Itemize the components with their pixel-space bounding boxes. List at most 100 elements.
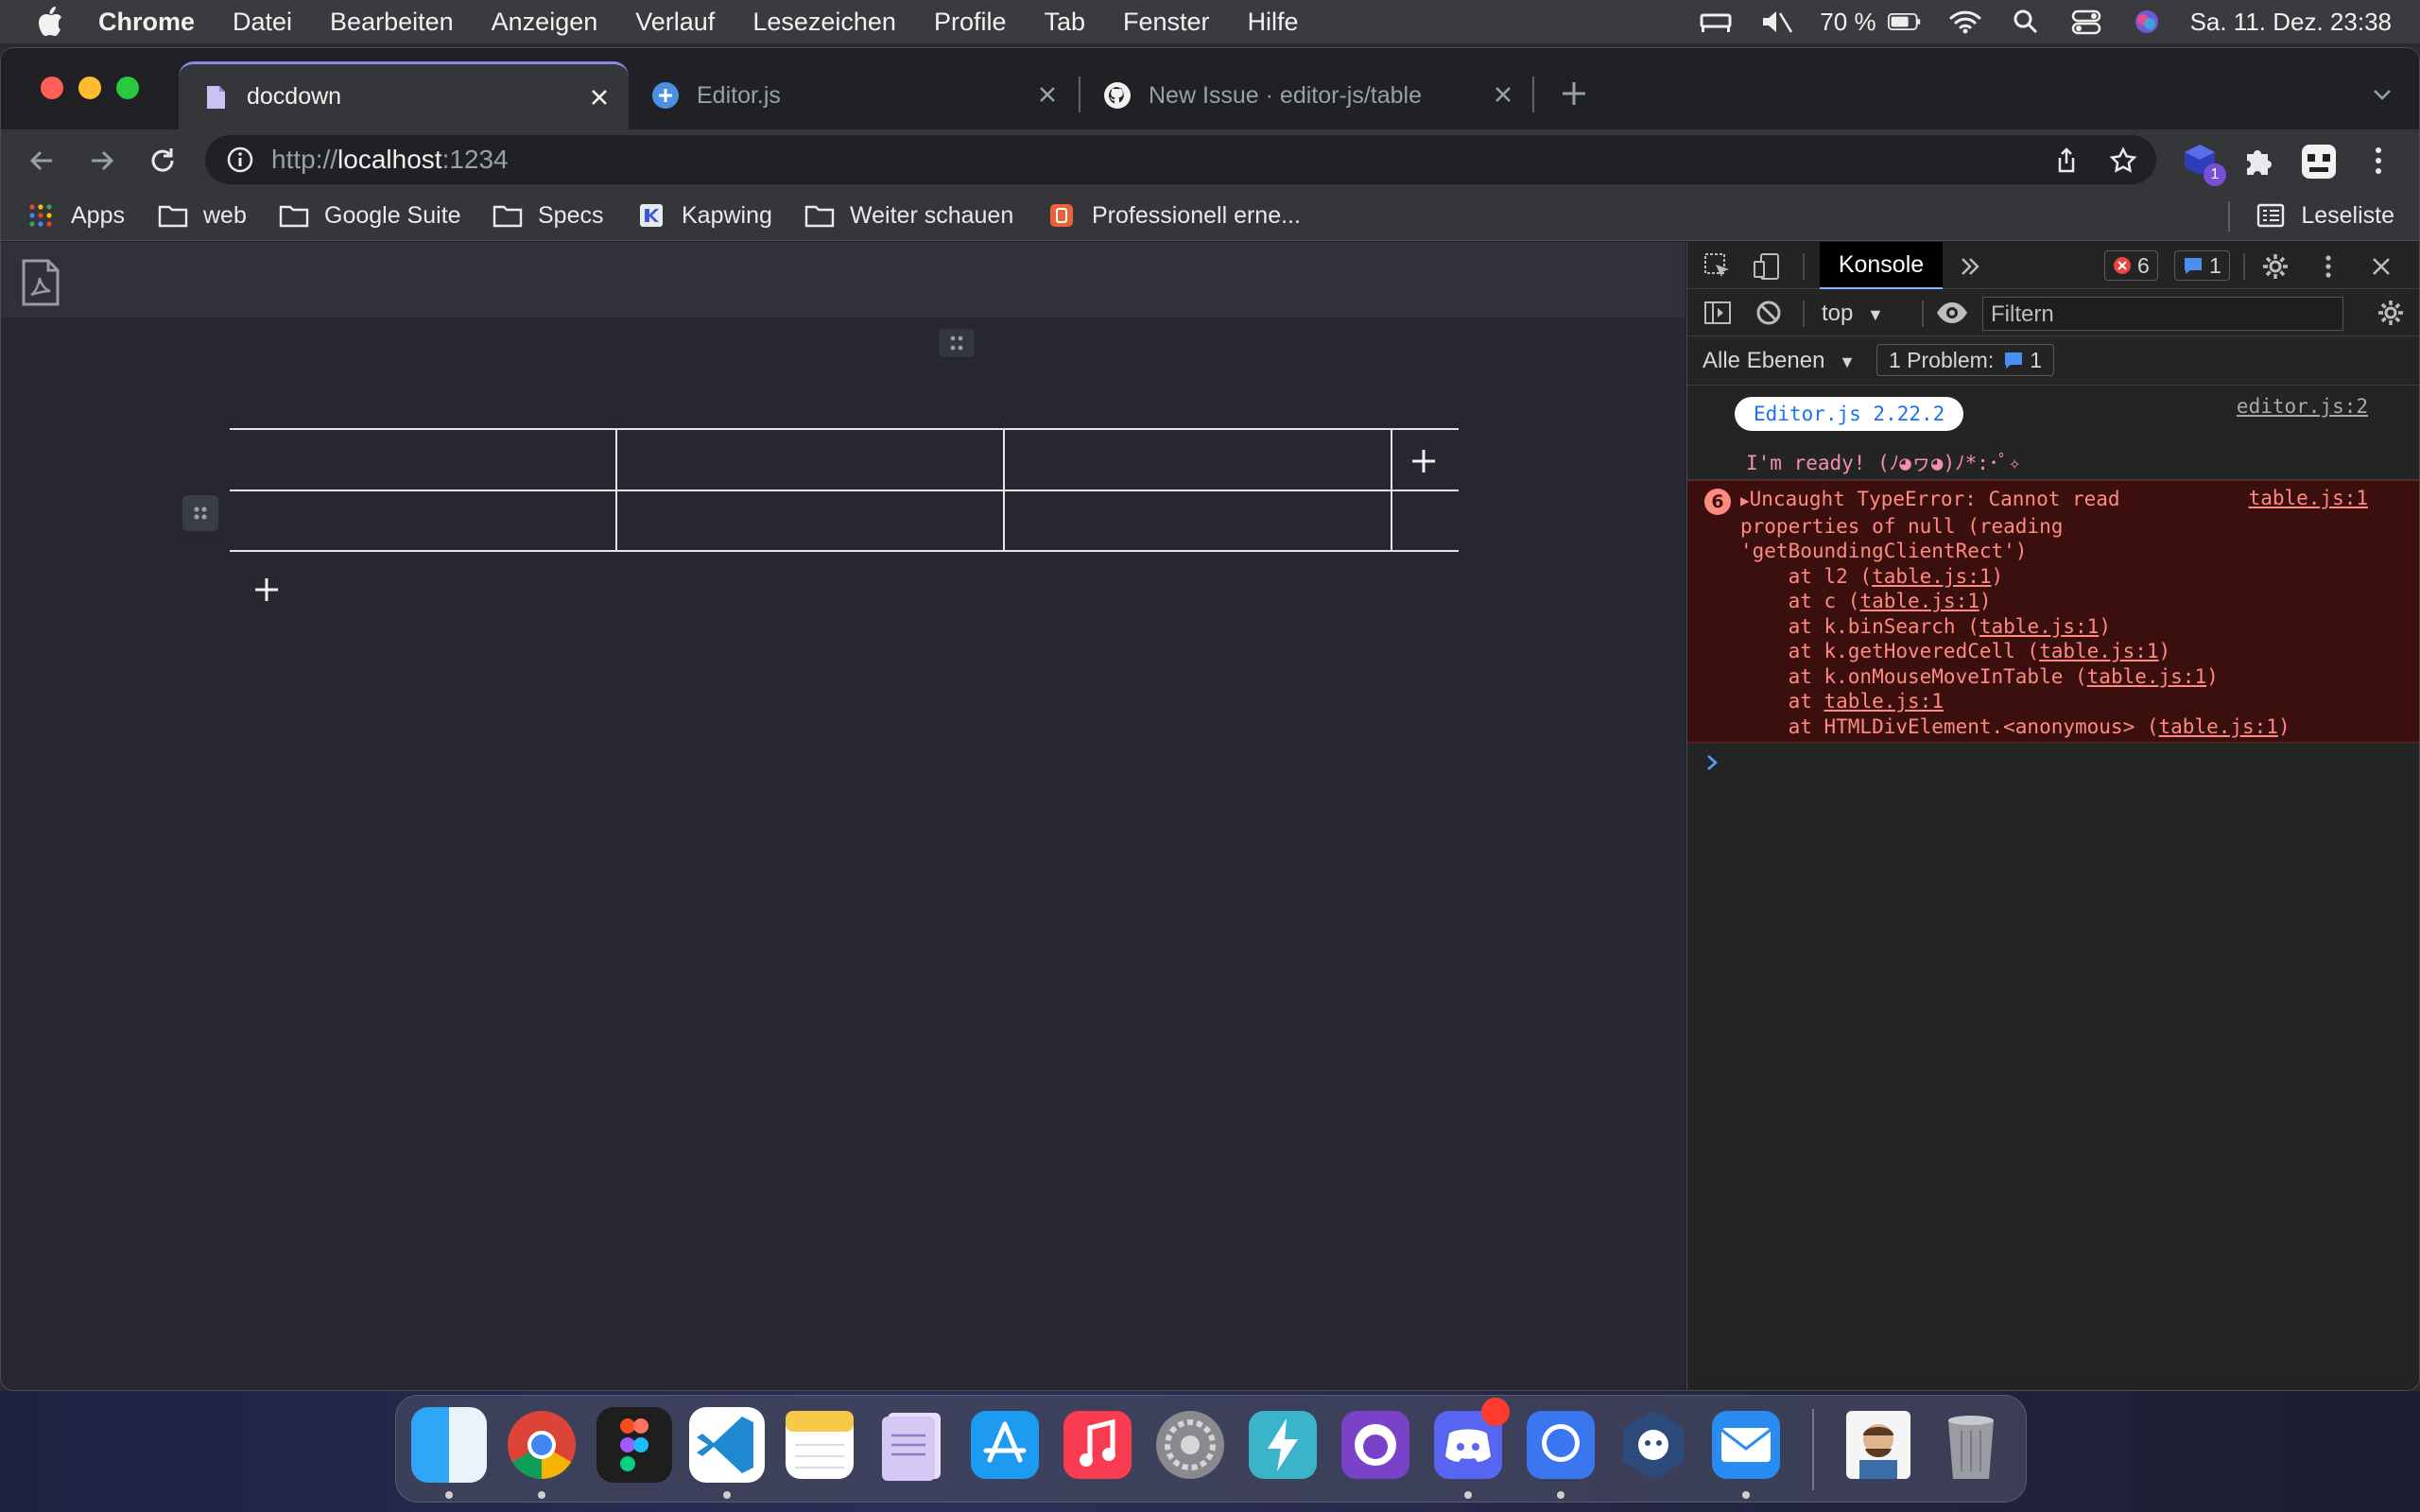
apple-menu-icon[interactable] bbox=[36, 6, 64, 38]
stack-link[interactable]: table.js:1 bbox=[1824, 690, 1944, 713]
menu-lesezeichen[interactable]: Lesezeichen bbox=[752, 8, 896, 37]
chrome-icon[interactable] bbox=[504, 1407, 579, 1483]
window-zoom-button[interactable] bbox=[116, 77, 139, 99]
speaker-muted-icon[interactable] bbox=[1759, 8, 1793, 36]
window-minimize-button[interactable] bbox=[78, 77, 101, 99]
github-desktop-icon[interactable] bbox=[1338, 1407, 1413, 1483]
back-arrow-icon[interactable] bbox=[26, 145, 58, 177]
profile-avatar-icon[interactable] bbox=[2298, 143, 2340, 180]
chrome-menu-icon[interactable] bbox=[2364, 143, 2393, 179]
sidebar-toggle-icon[interactable] bbox=[1703, 298, 1733, 328]
editor-table[interactable] bbox=[230, 428, 1459, 552]
table-cell[interactable] bbox=[617, 491, 1003, 550]
menu-datei[interactable]: Datei bbox=[233, 8, 292, 37]
trash-icon[interactable] bbox=[1933, 1407, 2009, 1483]
pdf-export-icon[interactable] bbox=[20, 259, 61, 306]
avatar-icon[interactable] bbox=[1841, 1407, 1916, 1483]
stack-link[interactable]: table.js:1 bbox=[2039, 640, 2158, 662]
menu-bearbeiten[interactable]: Bearbeiten bbox=[330, 8, 454, 37]
close-devtools-icon[interactable] bbox=[2366, 251, 2396, 282]
menu-anzeigen[interactable]: Anzeigen bbox=[492, 8, 598, 37]
stack-link[interactable]: table.js:1 bbox=[1859, 590, 1979, 612]
tab-docdown[interactable]: docdown bbox=[179, 61, 629, 129]
context-selector[interactable]: top ▼ bbox=[1822, 301, 1884, 327]
menu-fenster[interactable]: Fenster bbox=[1123, 8, 1210, 37]
bookmark-apps[interactable]: Apps bbox=[26, 198, 125, 233]
vscode-icon[interactable] bbox=[689, 1407, 765, 1483]
pages-icon[interactable] bbox=[874, 1407, 950, 1483]
control-center-icon[interactable] bbox=[2069, 8, 2103, 36]
stack-link[interactable]: table.js:1 bbox=[1872, 565, 1991, 588]
bookmark-kapwing[interactable]: Kapwing bbox=[636, 198, 772, 233]
music-icon[interactable] bbox=[1060, 1407, 1135, 1483]
devtools-menu-icon[interactable] bbox=[2313, 251, 2343, 282]
battery-icon[interactable] bbox=[1887, 8, 1922, 36]
stack-link[interactable]: table.js:1 bbox=[2087, 665, 2206, 688]
menu-tab[interactable]: Tab bbox=[1044, 8, 1085, 37]
new-tab-plus-icon[interactable] bbox=[1557, 77, 1591, 111]
notes-icon[interactable] bbox=[782, 1407, 857, 1483]
console-settings-gear-icon[interactable] bbox=[2376, 298, 2406, 328]
reading-list-button[interactable]: Leseliste bbox=[2256, 198, 2394, 233]
address-bar[interactable]: http://localhost:1234 bbox=[205, 135, 2156, 184]
console-filter-input[interactable]: Filtern bbox=[1982, 297, 2343, 331]
reload-icon[interactable] bbox=[147, 145, 179, 177]
address-url[interactable]: http://localhost:1234 bbox=[271, 145, 509, 175]
menubar-clock[interactable]: Sa. 11. Dez. 23:38 bbox=[2190, 8, 2392, 37]
reeder-icon[interactable] bbox=[1245, 1407, 1321, 1483]
bookmark-star-icon[interactable] bbox=[2109, 146, 2137, 175]
system-preferences-icon[interactable] bbox=[1152, 1407, 1228, 1483]
finder-icon[interactable] bbox=[411, 1407, 487, 1483]
clear-console-icon[interactable] bbox=[1754, 298, 1784, 328]
bookmark-weiter-schauen[interactable]: Weiter schauen bbox=[804, 198, 1013, 233]
settings-gear-icon[interactable] bbox=[2260, 251, 2290, 282]
error-count-badge[interactable]: 6 bbox=[2104, 250, 2158, 281]
app-store-icon[interactable] bbox=[967, 1407, 1043, 1483]
close-tab-icon[interactable] bbox=[587, 85, 612, 110]
row-drag-handle-icon[interactable] bbox=[182, 495, 218, 531]
table-cell[interactable] bbox=[617, 430, 1003, 490]
table-cell[interactable] bbox=[230, 430, 615, 490]
device-toolbar-icon[interactable] bbox=[1752, 251, 1782, 282]
tab-search-chevron-icon[interactable] bbox=[2370, 82, 2394, 107]
extension-with-badge[interactable]: 1 bbox=[2181, 139, 2226, 186]
bookmark-professionell[interactable]: Professionell erne... bbox=[1046, 198, 1301, 233]
add-column-plus-icon[interactable] bbox=[1409, 447, 1438, 475]
console-prompt-chevron-icon[interactable] bbox=[1703, 752, 1723, 773]
live-expression-eye-icon[interactable] bbox=[1935, 298, 1969, 328]
close-tab-icon[interactable] bbox=[1491, 82, 1515, 107]
menu-app-name[interactable]: Chrome bbox=[98, 8, 195, 37]
site-info-icon[interactable] bbox=[226, 146, 254, 174]
info-count-badge[interactable]: 1 bbox=[2174, 250, 2230, 281]
signal-icon[interactable] bbox=[1523, 1407, 1599, 1483]
add-row-plus-icon[interactable] bbox=[252, 576, 281, 604]
wifi-icon[interactable] bbox=[1948, 8, 1982, 36]
forward-arrow-icon[interactable] bbox=[86, 145, 118, 177]
tab-editorjs[interactable]: Editor.js bbox=[629, 61, 1077, 129]
bookmark-google-suite[interactable]: Google Suite bbox=[279, 198, 461, 233]
column-drag-handle-icon[interactable] bbox=[939, 329, 975, 357]
bookmark-specs[interactable]: Specs bbox=[493, 198, 603, 233]
mountain-duck-icon[interactable] bbox=[1616, 1407, 1691, 1483]
menu-verlauf[interactable]: Verlauf bbox=[635, 8, 715, 37]
bed-icon[interactable] bbox=[1699, 8, 1733, 36]
more-tabs-chevron-icon[interactable] bbox=[1956, 251, 1986, 282]
figma-icon[interactable] bbox=[596, 1407, 672, 1483]
log-levels-dropdown[interactable]: Alle Ebenen ▼ bbox=[1703, 348, 1856, 374]
error-text[interactable]: ▶Uncaught TypeError: Cannot read propert… bbox=[1740, 487, 2290, 739]
tab-new-issue[interactable]: New Issue · editor-js/table bbox=[1080, 61, 1532, 129]
close-tab-icon[interactable] bbox=[1035, 82, 1060, 107]
siri-icon[interactable] bbox=[2130, 8, 2164, 36]
table-cell[interactable] bbox=[230, 491, 615, 550]
stack-link[interactable]: table.js:1 bbox=[1979, 615, 2099, 638]
source-link[interactable]: editor.js:2 bbox=[2237, 395, 2368, 418]
inspect-element-icon[interactable] bbox=[1703, 251, 1733, 282]
table-cell[interactable] bbox=[1005, 430, 1391, 490]
share-icon[interactable] bbox=[2052, 146, 2081, 175]
extensions-puzzle-icon[interactable] bbox=[2239, 143, 2275, 179]
tab-konsole[interactable]: Konsole bbox=[1820, 242, 1943, 289]
mail-icon[interactable] bbox=[1708, 1407, 1784, 1483]
window-close-button[interactable] bbox=[41, 77, 63, 99]
search-icon[interactable] bbox=[2009, 8, 2043, 36]
bookmark-web[interactable]: web bbox=[158, 198, 247, 233]
